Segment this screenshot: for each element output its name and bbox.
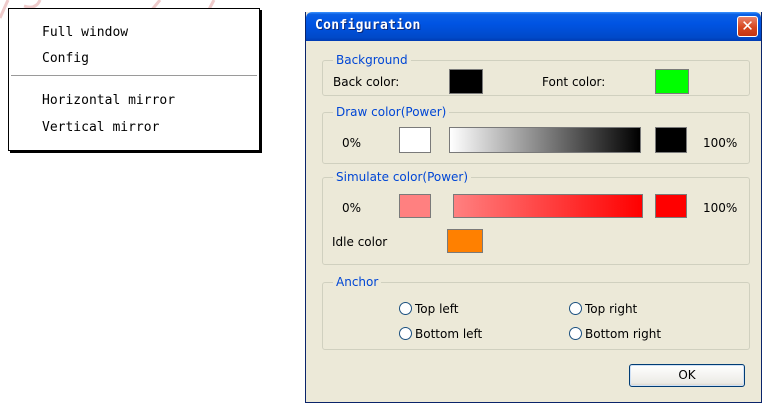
menu-item-config[interactable]: Config	[42, 49, 89, 69]
back-color-swatch[interactable]	[449, 69, 483, 94]
radio-bottom-left-label: Bottom left	[415, 327, 483, 341]
menu-separator	[11, 75, 257, 77]
radio-bottom-right-label: Bottom right	[585, 327, 662, 341]
draw-max-color-swatch[interactable]	[655, 127, 687, 153]
draw-min-label: 0%	[342, 136, 362, 150]
draw-color-group: Draw color(Power) 0% 100%	[322, 105, 750, 164]
dialog-title: Configuration	[315, 18, 421, 33]
simulate-color-group: Simulate color(Power) 0% 100% Idle color	[322, 170, 750, 265]
configuration-dialog: Configuration ✕ Background Back color: F…	[305, 12, 762, 403]
radio-circle-icon[interactable]	[569, 327, 582, 340]
anchor-legend: Anchor	[333, 275, 382, 289]
font-color-swatch[interactable]	[655, 69, 689, 94]
back-color-label: Back color:	[333, 75, 400, 89]
ok-button[interactable]: OK	[629, 364, 745, 387]
radio-circle-icon[interactable]	[399, 327, 412, 340]
draw-min-color-swatch[interactable]	[399, 127, 431, 153]
draw-max-label: 100%	[703, 136, 738, 150]
simulate-min-label: 0%	[342, 201, 362, 215]
idle-color-label: Idle color	[332, 235, 388, 249]
radio-top-right-label: Top right	[585, 302, 638, 316]
menu-item-vertical-mirror[interactable]: Vertical mirror	[42, 118, 159, 138]
background-group: Background Back color: Font color:	[322, 53, 750, 96]
simulate-min-color-swatch[interactable]	[399, 194, 431, 218]
context-menu: Full window Config Horizontal mirror Ver…	[8, 8, 260, 151]
simulate-color-gradient	[453, 194, 643, 218]
simulate-max-label: 100%	[703, 201, 738, 215]
font-color-label: Font color:	[542, 75, 606, 89]
draw-color-legend: Draw color(Power)	[333, 105, 450, 119]
draw-color-gradient	[449, 127, 641, 153]
radio-circle-icon[interactable]	[569, 302, 582, 315]
close-button[interactable]: ✕	[737, 16, 758, 37]
menu-item-horizontal-mirror[interactable]: Horizontal mirror	[42, 91, 175, 111]
anchor-group: Anchor Top left Top right Bottom left Bo…	[322, 275, 750, 350]
dialog-titlebar[interactable]: Configuration ✕	[306, 12, 761, 41]
close-icon: ✕	[741, 17, 754, 35]
idle-color-swatch[interactable]	[447, 229, 483, 253]
menu-item-full-window[interactable]: Full window	[42, 23, 128, 43]
background-legend: Background	[333, 53, 411, 67]
simulate-max-color-swatch[interactable]	[655, 194, 687, 218]
radio-top-left-label: Top left	[415, 302, 459, 316]
simulate-color-legend: Simulate color(Power)	[333, 170, 472, 184]
radio-circle-icon[interactable]	[399, 302, 412, 315]
